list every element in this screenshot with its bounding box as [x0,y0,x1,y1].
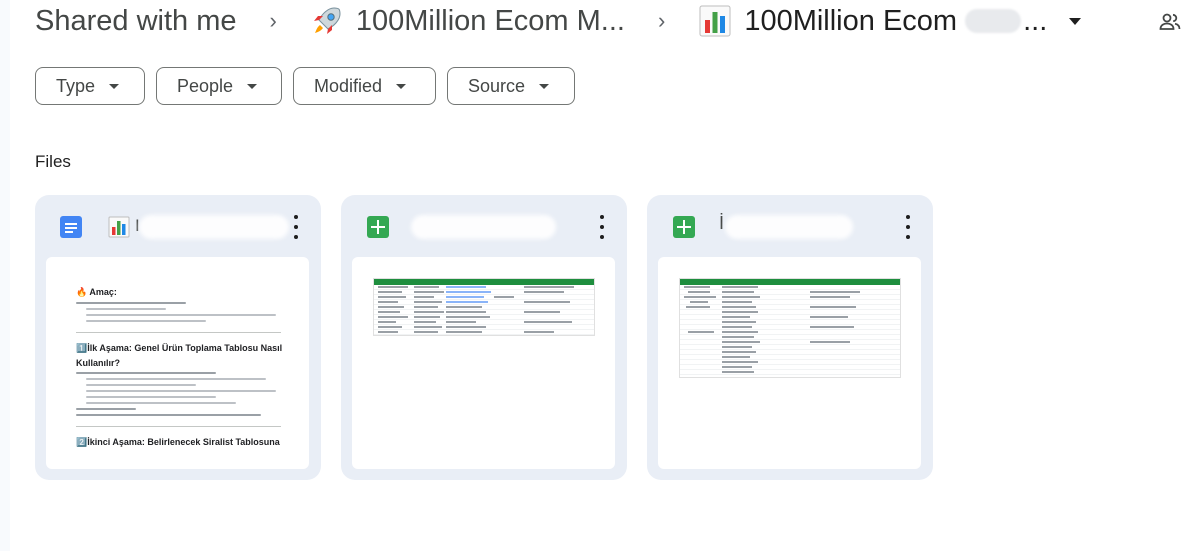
doc-preview-heading: 1️⃣İlk Aşama: Genel Ürün Toplama Tablosu… [76,343,283,353]
breadcrumb-root[interactable]: Shared with me [35,5,237,38]
bar-chart-icon [699,5,731,37]
file-thumbnail[interactable] [658,257,921,469]
more-vert-icon[interactable] [905,215,911,239]
chevron-right-icon: › [657,8,666,33]
docs-icon [60,216,82,238]
filter-type[interactable]: Type [35,67,145,105]
sheets-icon [367,216,389,238]
filter-source[interactable]: Source [447,67,575,105]
more-vert-icon[interactable] [599,215,605,239]
filter-people[interactable]: People [156,67,282,105]
doc-preview-heading: 🔥 Amaç: [76,287,117,297]
rocket-icon [313,7,341,34]
filter-bar: Type People Modified Source [35,67,575,105]
doc-preview-heading: Kullanılır? [76,358,121,368]
sheets-icon [673,216,695,238]
people-icon[interactable] [1158,10,1182,34]
file-card-header [341,195,627,257]
breadcrumb: Shared with me › 100Million Ecom M... › … [35,0,1195,42]
more-vert-icon[interactable] [293,215,299,239]
left-rail [0,0,10,551]
file-card-sheet-1[interactable] [341,195,627,480]
filter-label: People [177,75,234,96]
caret-down-icon [396,83,407,89]
file-name-prefix: İ [719,213,725,233]
caret-down-icon [539,83,550,89]
file-card-sheet-2[interactable]: İ [647,195,933,480]
breadcrumb-current-label: 100Million Ecom [744,4,958,37]
file-card-header: I [35,195,321,257]
breadcrumb-folder-label: 100Million Ecom M... [355,4,625,37]
caret-down-icon [247,83,258,89]
dropdown-caret-icon[interactable] [1069,17,1082,25]
doc-preview: 🔥 Amaç: 1️⃣İlk Aşama: Genel Ürün Toplama… [76,287,283,452]
redacted-file-name [139,215,289,239]
file-thumbnail[interactable]: 🔥 Amaç: 1️⃣İlk Aşama: Genel Ürün Toplama… [46,257,309,469]
filter-modified[interactable]: Modified [293,67,436,105]
bar-chart-icon [108,216,130,238]
breadcrumb-ellipsis: ... [1023,4,1048,37]
file-thumbnail[interactable] [352,257,615,469]
redacted-text [965,9,1022,33]
filter-label: Type [56,75,96,96]
breadcrumb-folder[interactable]: 100Million Ecom M... [310,4,625,38]
file-card-doc[interactable]: I 🔥 Amaç: 1️⃣İlk Aşama: Genel Ürün Topla… [35,195,321,480]
doc-preview-heading: 2️⃣İkinci Aşama: Belirlenecek Siralist T… [76,437,281,447]
caret-down-icon [109,83,120,89]
sheet-preview [679,278,901,378]
file-card-header: İ [647,195,933,257]
redacted-file-name [411,215,556,239]
filter-label: Source [468,75,526,96]
sheet-preview [373,278,595,336]
files-section-label: Files [35,152,71,171]
breadcrumb-current[interactable]: 100Million Ecom ... [698,4,1082,38]
chevron-right-icon: › [269,8,277,33]
filter-label: Modified [314,75,383,96]
redacted-file-name [725,215,853,239]
